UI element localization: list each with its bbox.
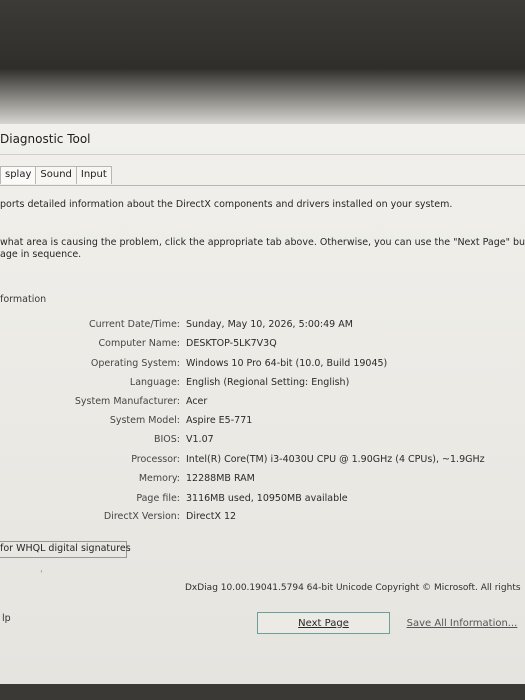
mouse-cursor-icon: ˈ bbox=[40, 570, 43, 580]
info-value: DirectX 12 bbox=[186, 511, 237, 522]
info-label: Operating System: bbox=[90, 358, 180, 369]
usage-hint-line: age in sequence. bbox=[0, 249, 82, 260]
info-value: English (Regional Setting: English) bbox=[186, 377, 350, 388]
info-row-language: Language: English (Regional Setting: Eng… bbox=[0, 377, 525, 391]
info-value: Aspire E5-771 bbox=[186, 415, 253, 426]
info-row-page-file: Page file: 3116MB used, 10950MB availabl… bbox=[0, 493, 525, 507]
info-value: Windows 10 Pro 64-bit (10.0, Build 19045… bbox=[186, 358, 388, 369]
info-row-system-manufacturer: System Manufacturer: Acer bbox=[0, 396, 525, 410]
info-value: Intel(R) Core(TM) i3-4030U CPU @ 1.90GHz… bbox=[186, 454, 485, 465]
info-value: DESKTOP-5LK7V3Q bbox=[186, 338, 277, 349]
info-label: System Model: bbox=[109, 415, 180, 426]
info-label: Memory: bbox=[138, 473, 180, 484]
usage-hint: what area is causing the problem, click … bbox=[0, 237, 525, 261]
info-label: Language: bbox=[129, 377, 180, 388]
tab-bar: splay Sound Input bbox=[0, 166, 112, 184]
info-value: Sunday, May 10, 2026, 5:00:49 AM bbox=[186, 319, 353, 330]
info-label: Current Date/Time: bbox=[88, 319, 180, 330]
tab-divider bbox=[0, 185, 525, 186]
info-label: Processor: bbox=[131, 454, 180, 465]
info-label: DirectX Version: bbox=[103, 511, 180, 522]
whql-checkbox-label[interactable]: for WHQL digital signatures bbox=[0, 543, 131, 554]
info-value: 12288MB RAM bbox=[186, 473, 255, 484]
tab-input[interactable]: Input bbox=[75, 166, 112, 184]
info-value: V1.07 bbox=[186, 434, 214, 445]
info-row-directx-version: DirectX Version: DirectX 12 bbox=[0, 511, 525, 525]
info-label: Computer Name: bbox=[98, 338, 180, 349]
help-button[interactable]: lp bbox=[2, 613, 11, 624]
info-label: BIOS: bbox=[153, 434, 180, 445]
info-row-processor: Processor: Intel(R) Core(TM) i3-4030U CP… bbox=[0, 454, 525, 468]
window-title: Diagnostic Tool bbox=[0, 132, 91, 146]
title-divider bbox=[0, 154, 525, 155]
info-row-operating-system: Operating System: Windows 10 Pro 64-bit … bbox=[0, 358, 525, 372]
dxdiag-version-text: DxDiag 10.00.19041.5794 64-bit Unicode C… bbox=[185, 583, 521, 593]
tool-description: ports detailed information about the Dir… bbox=[0, 199, 453, 210]
screen-bezel-bottom bbox=[0, 684, 525, 700]
dxdiag-window: Diagnostic Tool splay Sound Input ports … bbox=[0, 124, 525, 684]
screen-bezel-top bbox=[0, 0, 525, 124]
info-row-memory: Memory: 12288MB RAM bbox=[0, 473, 525, 487]
usage-hint-line: what area is causing the problem, click … bbox=[0, 237, 525, 248]
system-information-heading: formation bbox=[0, 294, 47, 305]
info-value: 3116MB used, 10950MB available bbox=[186, 493, 348, 504]
info-row-computer-name: Computer Name: DESKTOP-5LK7V3Q bbox=[0, 338, 525, 352]
tab-sound[interactable]: Sound bbox=[35, 166, 77, 184]
info-label: System Manufacturer: bbox=[74, 396, 180, 407]
info-value: Acer bbox=[186, 396, 208, 407]
save-all-information-button[interactable]: Save All Information... bbox=[402, 612, 522, 634]
info-row-system-model: System Model: Aspire E5-771 bbox=[0, 415, 525, 429]
tab-display[interactable]: splay bbox=[0, 166, 37, 184]
info-row-date-time: Current Date/Time: Sunday, May 10, 2026,… bbox=[0, 319, 525, 333]
info-row-bios: BIOS: V1.07 bbox=[0, 434, 525, 448]
next-page-button[interactable]: Next Page bbox=[257, 612, 390, 634]
info-label: Page file: bbox=[136, 493, 180, 504]
